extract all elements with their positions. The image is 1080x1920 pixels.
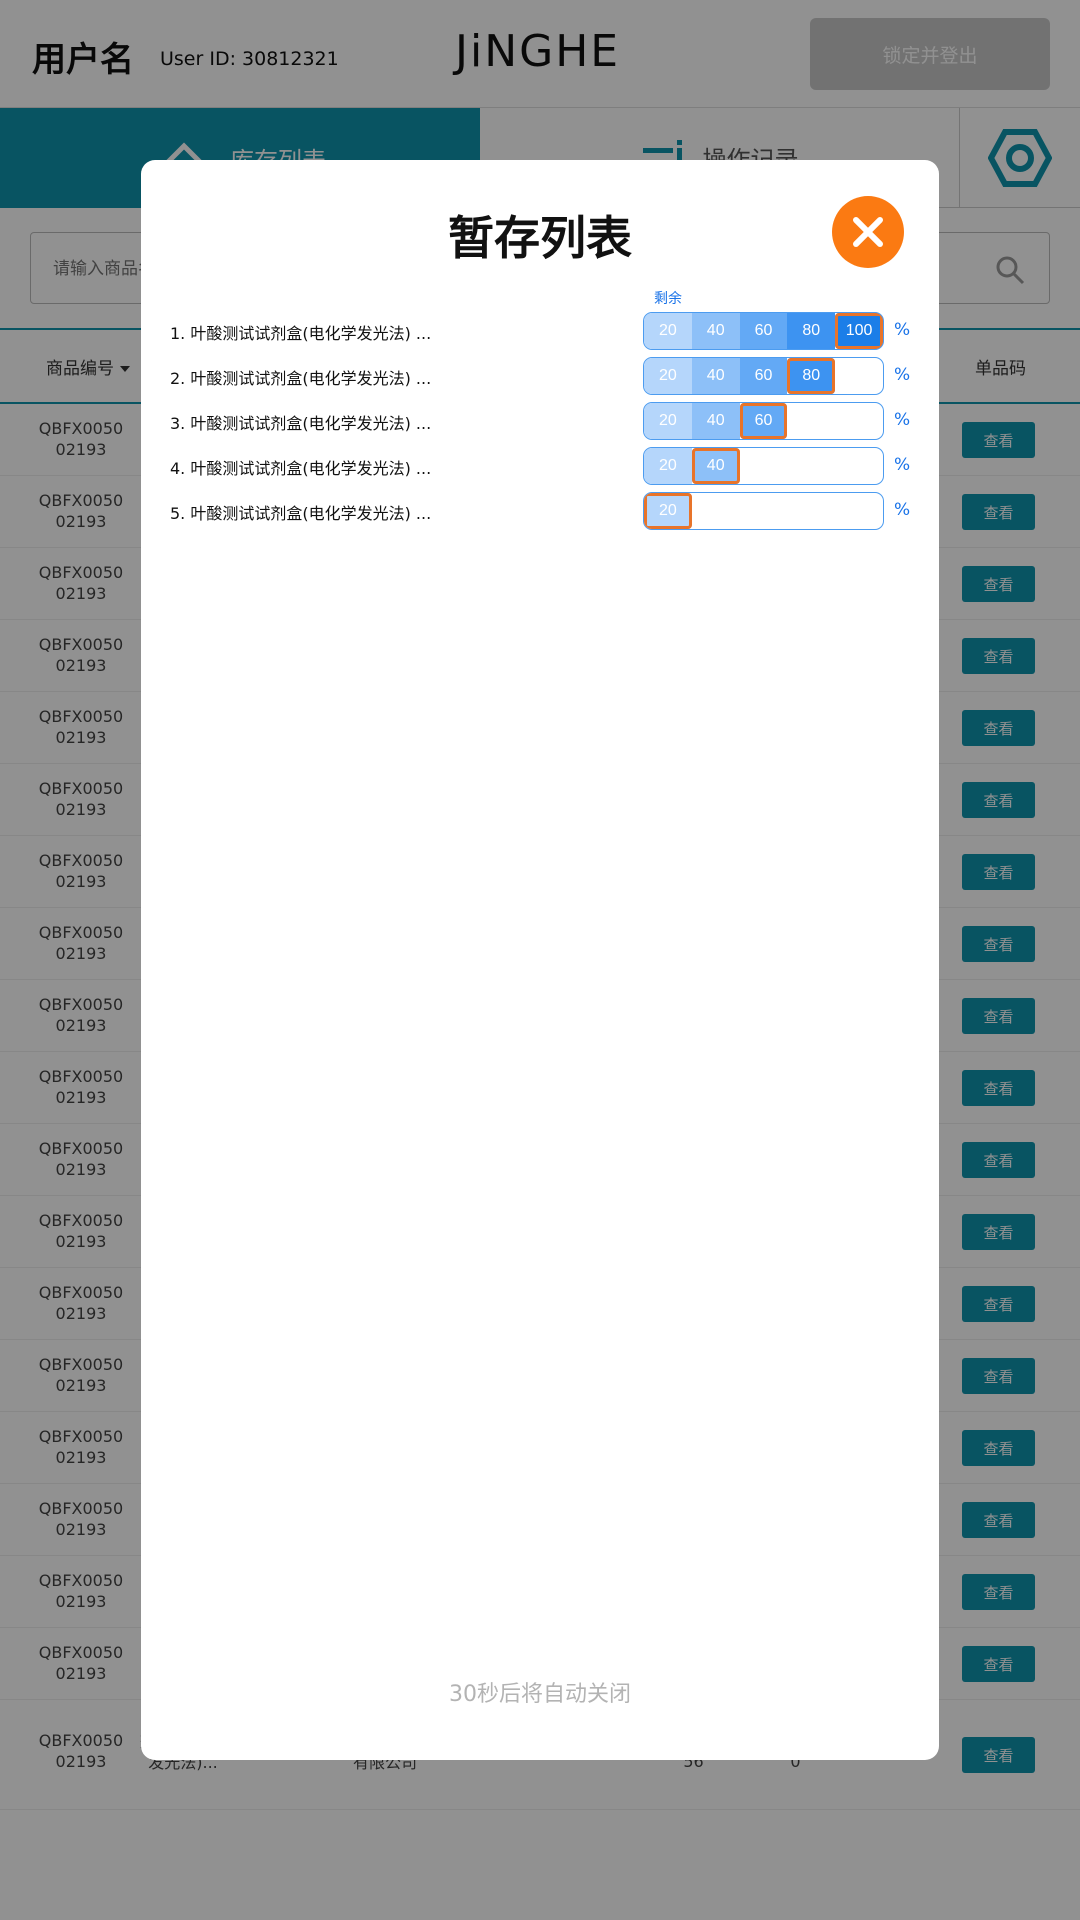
remain-level-selector[interactable]: 20 40 60 80 [643,357,884,395]
percent-unit: % [894,455,911,475]
level-60-segment[interactable]: 60 [739,403,788,439]
item-name: 1. 叶酸测试试剂盒(电化学发光法) ... [170,324,432,343]
item-name: 3. 叶酸测试试剂盒(电化学发光法) ... [170,414,432,433]
level-100-segment[interactable] [835,358,883,394]
level-80-segment[interactable] [787,493,835,529]
level-40-segment[interactable]: 40 [691,358,740,394]
level-40-segment[interactable]: 40 [691,313,740,349]
staging-item: 4. 叶酸测试试剂盒(电化学发光法) ... 20 40% [141,447,939,485]
level-80-segment[interactable]: 80 [787,358,836,394]
level-60-segment[interactable] [740,493,788,529]
percent-unit: % [894,500,911,520]
percent-unit: % [894,410,911,430]
level-40-segment[interactable]: 40 [691,448,740,484]
level-60-segment[interactable] [740,448,788,484]
level-80-segment[interactable] [787,448,835,484]
level-20-segment[interactable]: 20 [644,493,692,529]
remain-label: 剩余 [654,291,682,307]
level-20-segment[interactable]: 20 [644,448,692,484]
staging-item: 2. 叶酸测试试剂盒(电化学发光法) ... 20 40 60 80% [141,357,939,395]
level-40-segment[interactable] [692,493,740,529]
level-80-segment[interactable]: 80 [787,313,836,349]
level-100-segment[interactable]: 100 [835,313,883,349]
item-name: 5. 叶酸测试试剂盒(电化学发光法) ... [170,504,432,523]
level-20-segment[interactable]: 20 [644,403,692,439]
level-20-segment[interactable]: 20 [644,358,692,394]
level-20-segment[interactable]: 20 [644,313,692,349]
level-100-segment[interactable] [835,448,883,484]
percent-unit: % [894,320,911,340]
staging-item: 5. 叶酸测试试剂盒(电化学发光法) ... 20% [141,492,939,530]
close-icon [853,217,883,247]
level-40-segment[interactable]: 40 [691,403,740,439]
remain-level-selector[interactable]: 20 [643,492,884,530]
remain-level-selector[interactable]: 20 40 60 80 100 [643,312,884,350]
staging-item: 1. 叶酸测试试剂盒(电化学发光法) ... 20 40 60 80 100% [141,312,939,350]
staging-item: 3. 叶酸测试试剂盒(电化学发光法) ... 20 40 60% [141,402,939,440]
remain-level-selector[interactable]: 20 40 [643,447,884,485]
percent-unit: % [894,365,911,385]
staging-list-dialog: 暂存列表 剩余 1. 叶酸测试试剂盒(电化学发光法) ... 20 40 60 80 10… [141,160,939,1760]
close-button[interactable] [832,196,904,268]
level-100-segment[interactable] [835,493,883,529]
dialog-title: 暂存列表 [448,211,632,265]
auto-close-notice: 30秒后将自动关闭 [449,1682,631,1707]
level-100-segment[interactable] [835,403,883,439]
level-60-segment[interactable]: 60 [739,313,788,349]
item-name: 2. 叶酸测试试剂盒(电化学发光法) ... [170,369,432,388]
item-name: 4. 叶酸测试试剂盒(电化学发光法) ... [170,459,432,478]
level-80-segment[interactable] [787,403,835,439]
level-60-segment[interactable]: 60 [739,358,788,394]
inventory-app: 用户名 User ID: 30812321 JiNGHE 锁定并登出 库存列表 … [0,0,1080,1920]
remain-level-selector[interactable]: 20 40 60 [643,402,884,440]
